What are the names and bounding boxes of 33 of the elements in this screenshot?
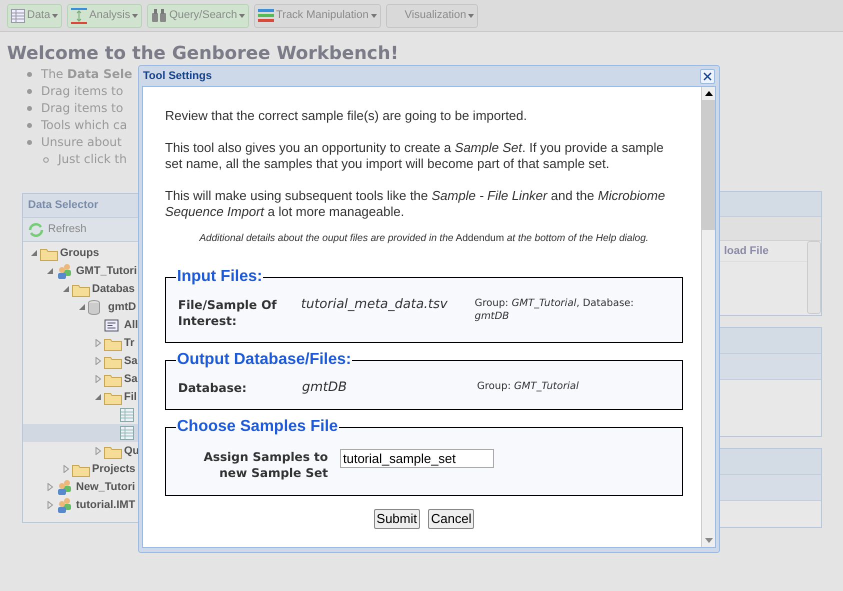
tree-label: All [124, 318, 138, 333]
bullet-text: The Data Sele [41, 66, 132, 83]
field-value: tutorial_meta_data.tsv [301, 297, 449, 313]
field-detail: Group: GMT_Tutorial [477, 380, 579, 393]
bullet-text: Drag items to [41, 100, 124, 117]
page-title: Welcome to the Genboree Workbench! [7, 42, 400, 66]
field-value: gmtDB [302, 380, 348, 396]
bullet-text: Drag items to [41, 83, 124, 100]
bullet-text: Just click th [58, 151, 127, 168]
note-text: Additional details about the ouput files are provided in the Addendum at the bottom of the Help dialog. [198, 233, 650, 245]
tree-label: New_Tutori [76, 480, 136, 495]
field-label: File/Sample Of Interest: [178, 297, 278, 329]
paragraph: This tool also gives you an opportunity to create a Sample Set. If you provide a sample set name, all the samples that you import will become part of that sample set. [165, 140, 665, 172]
dialog-title: Tool Settings [143, 68, 212, 84]
tree-label: gmtD [108, 300, 136, 315]
tree-label: Sa [124, 354, 138, 369]
paragraph: Review that the correct sample file(s) are going to be imported. [165, 108, 528, 124]
field-label: Assign Samples to new Sample Set [202, 449, 328, 481]
field-detail: Group: GMT_Tutorial, Database: gmtDB [474, 297, 635, 323]
tree-label: Groups [60, 246, 100, 261]
bullet-text: Unsure about [41, 134, 122, 151]
tree-label: Fil [124, 390, 137, 405]
tree-label: tutorial.IMT [76, 498, 136, 513]
tree-label: Projects [92, 462, 136, 477]
tree-label: GMT_Tutori [76, 264, 137, 279]
field-label: Database: [178, 380, 248, 396]
tree-label: Sa [124, 372, 138, 387]
section-legend: Input Files: [176, 269, 264, 285]
bullet-text: Tools which ca [41, 117, 128, 134]
tree-label: Tr [124, 336, 134, 351]
section-legend: Output Database/Files: [176, 352, 352, 368]
section-legend: Choose Samples File [176, 419, 339, 435]
tree-label: Databas [92, 282, 135, 297]
